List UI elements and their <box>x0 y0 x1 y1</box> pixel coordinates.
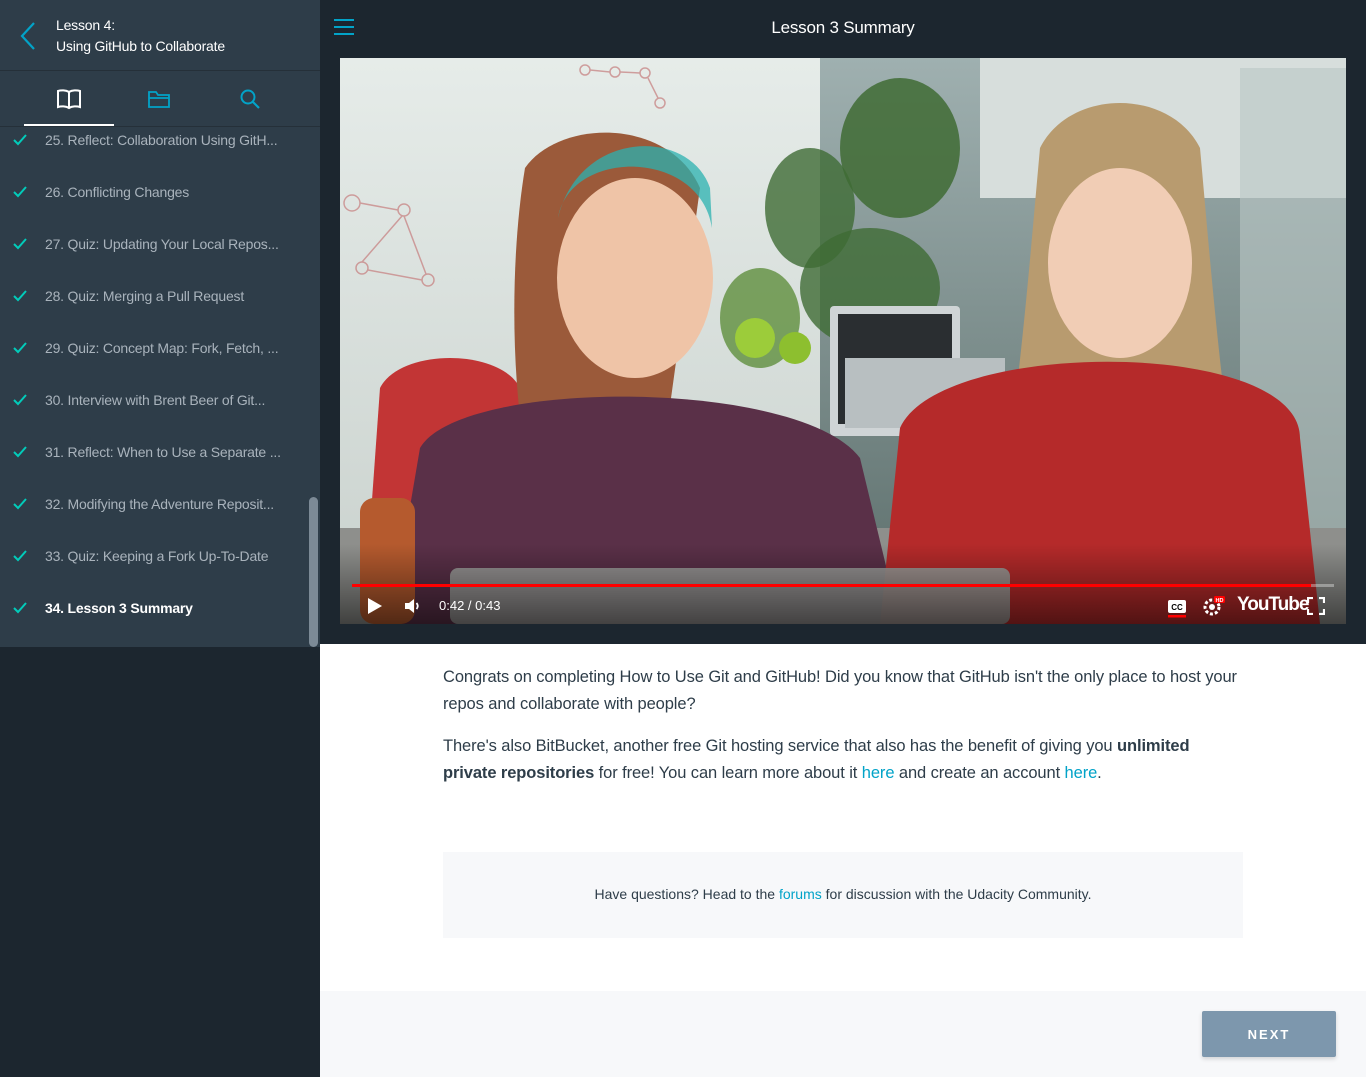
progress-bar[interactable] <box>352 584 1334 587</box>
check-icon <box>13 602 27 614</box>
sidebar-header: Lesson 4: Using GitHub to Collaborate <box>0 0 320 71</box>
list-item[interactable]: 29. Quiz: Concept Map: Fork, Fetch, ... <box>0 322 306 374</box>
sidebar-scrollbar[interactable] <box>309 497 318 647</box>
check-icon <box>13 342 27 354</box>
search-icon <box>240 89 260 109</box>
youtube-logo[interactable]: YouTube <box>1237 594 1309 616</box>
video-container: 0:42 / 0:43 CC HD YouTube <box>320 58 1366 644</box>
lesson-text: Congrats on completing How to Use Git an… <box>443 664 1243 802</box>
video-player[interactable]: 0:42 / 0:43 CC HD YouTube <box>340 58 1346 624</box>
fullscreen-icon <box>1306 596 1326 616</box>
concept-list: 25. Reflect: Collaboration Using GitH...… <box>0 127 320 647</box>
top-bar: Lesson 3 Summary <box>320 0 1366 58</box>
check-icon <box>13 134 27 146</box>
list-item[interactable]: 33. Quiz: Keeping a Fork Up-To-Date <box>0 530 306 582</box>
play-button[interactable] <box>366 596 384 616</box>
list-item-label: 31. Reflect: When to Use a Separate ... <box>45 444 281 460</box>
check-icon <box>13 498 27 510</box>
list-item-label: 25. Reflect: Collaboration Using GitH... <box>45 132 278 148</box>
check-icon <box>13 550 27 562</box>
next-button[interactable]: NEXT <box>1202 1011 1336 1057</box>
check-icon <box>13 290 27 302</box>
settings-button[interactable]: HD <box>1202 595 1226 617</box>
progress-played <box>352 584 1312 587</box>
list-item[interactable]: 28. Quiz: Merging a Pull Request <box>0 270 306 322</box>
check-icon <box>13 186 27 198</box>
volume-button[interactable] <box>403 596 423 616</box>
book-icon <box>57 88 81 109</box>
list-item[interactable]: 31. Reflect: When to Use a Separate ... <box>0 426 306 478</box>
list-item[interactable]: 32. Modifying the Adventure Reposit... <box>0 478 306 530</box>
check-icon <box>13 446 27 458</box>
tab-search[interactable] <box>205 71 295 126</box>
cc-icon: CC <box>1168 600 1186 618</box>
forums-link[interactable]: forums <box>779 886 822 902</box>
list-item-current[interactable]: 34. Lesson 3 Summary <box>0 582 306 634</box>
forum-callout: Have questions? Head to the forums for d… <box>443 852 1243 938</box>
svg-text:CC: CC <box>1171 603 1183 612</box>
list-item-label: 28. Quiz: Merging a Pull Request <box>45 288 245 304</box>
forum-text: for discussion with the Udacity Communit… <box>821 886 1092 902</box>
check-icon <box>13 238 27 250</box>
list-item-label: 33. Quiz: Keeping a Fork Up-To-Date <box>45 548 269 564</box>
sidebar-tabs <box>0 71 320 127</box>
text-span: for free! You can learn more about it <box>594 764 862 782</box>
fullscreen-button[interactable] <box>1306 596 1326 616</box>
list-item[interactable]: 27. Quiz: Updating Your Local Repos... <box>0 218 306 270</box>
list-item[interactable]: 26. Conflicting Changes <box>0 166 306 218</box>
video-frame <box>340 58 1346 624</box>
time-display: 0:42 / 0:43 <box>439 598 501 613</box>
list-item-label: 34. Lesson 3 Summary <box>45 600 193 616</box>
paragraph-1: Congrats on completing How to Use Git an… <box>443 668 1237 713</box>
text-span: . <box>1097 764 1102 782</box>
svg-text:HD: HD <box>1216 598 1224 604</box>
check-icon <box>13 394 27 406</box>
text-span: and create an account <box>894 764 1065 782</box>
list-item-label: 26. Conflicting Changes <box>45 184 190 200</box>
text-span: There's also BitBucket, another free Git… <box>443 737 1117 755</box>
play-icon <box>368 598 382 614</box>
sidebar: Lesson 4: Using GitHub to Collaborate 25… <box>0 0 320 1077</box>
forum-text: Have questions? Head to the <box>594 886 779 902</box>
captions-button[interactable]: CC <box>1166 596 1188 618</box>
list-item-label: 29. Quiz: Concept Map: Fork, Fetch, ... <box>45 340 279 356</box>
chevron-left-icon <box>20 22 35 50</box>
list-item-label: 30. Interview with Brent Beer of Git... <box>45 392 266 408</box>
lesson-number: Lesson 4: <box>56 17 115 33</box>
paragraph-2: There's also BitBucket, another free Git… <box>443 733 1243 787</box>
tab-concepts[interactable] <box>24 71 114 126</box>
learn-more-link[interactable]: here <box>862 764 895 782</box>
footer: NEXT <box>320 991 1366 1077</box>
list-item-label: 27. Quiz: Updating Your Local Repos... <box>45 236 279 252</box>
list-item[interactable]: 25. Reflect: Collaboration Using GitH... <box>0 127 306 166</box>
page-title: Lesson 3 Summary <box>771 18 915 37</box>
list-item-label: 32. Modifying the Adventure Reposit... <box>45 496 274 512</box>
volume-icon <box>405 599 419 613</box>
tab-resources[interactable] <box>114 71 204 126</box>
back-button[interactable] <box>14 18 44 54</box>
folder-icon <box>148 90 170 108</box>
lesson-title: Using GitHub to Collaborate <box>56 38 225 54</box>
list-item[interactable]: 30. Interview with Brent Beer of Git... <box>0 374 306 426</box>
settings-hd-icon: HD <box>1203 596 1225 616</box>
create-account-link[interactable]: here <box>1065 764 1098 782</box>
